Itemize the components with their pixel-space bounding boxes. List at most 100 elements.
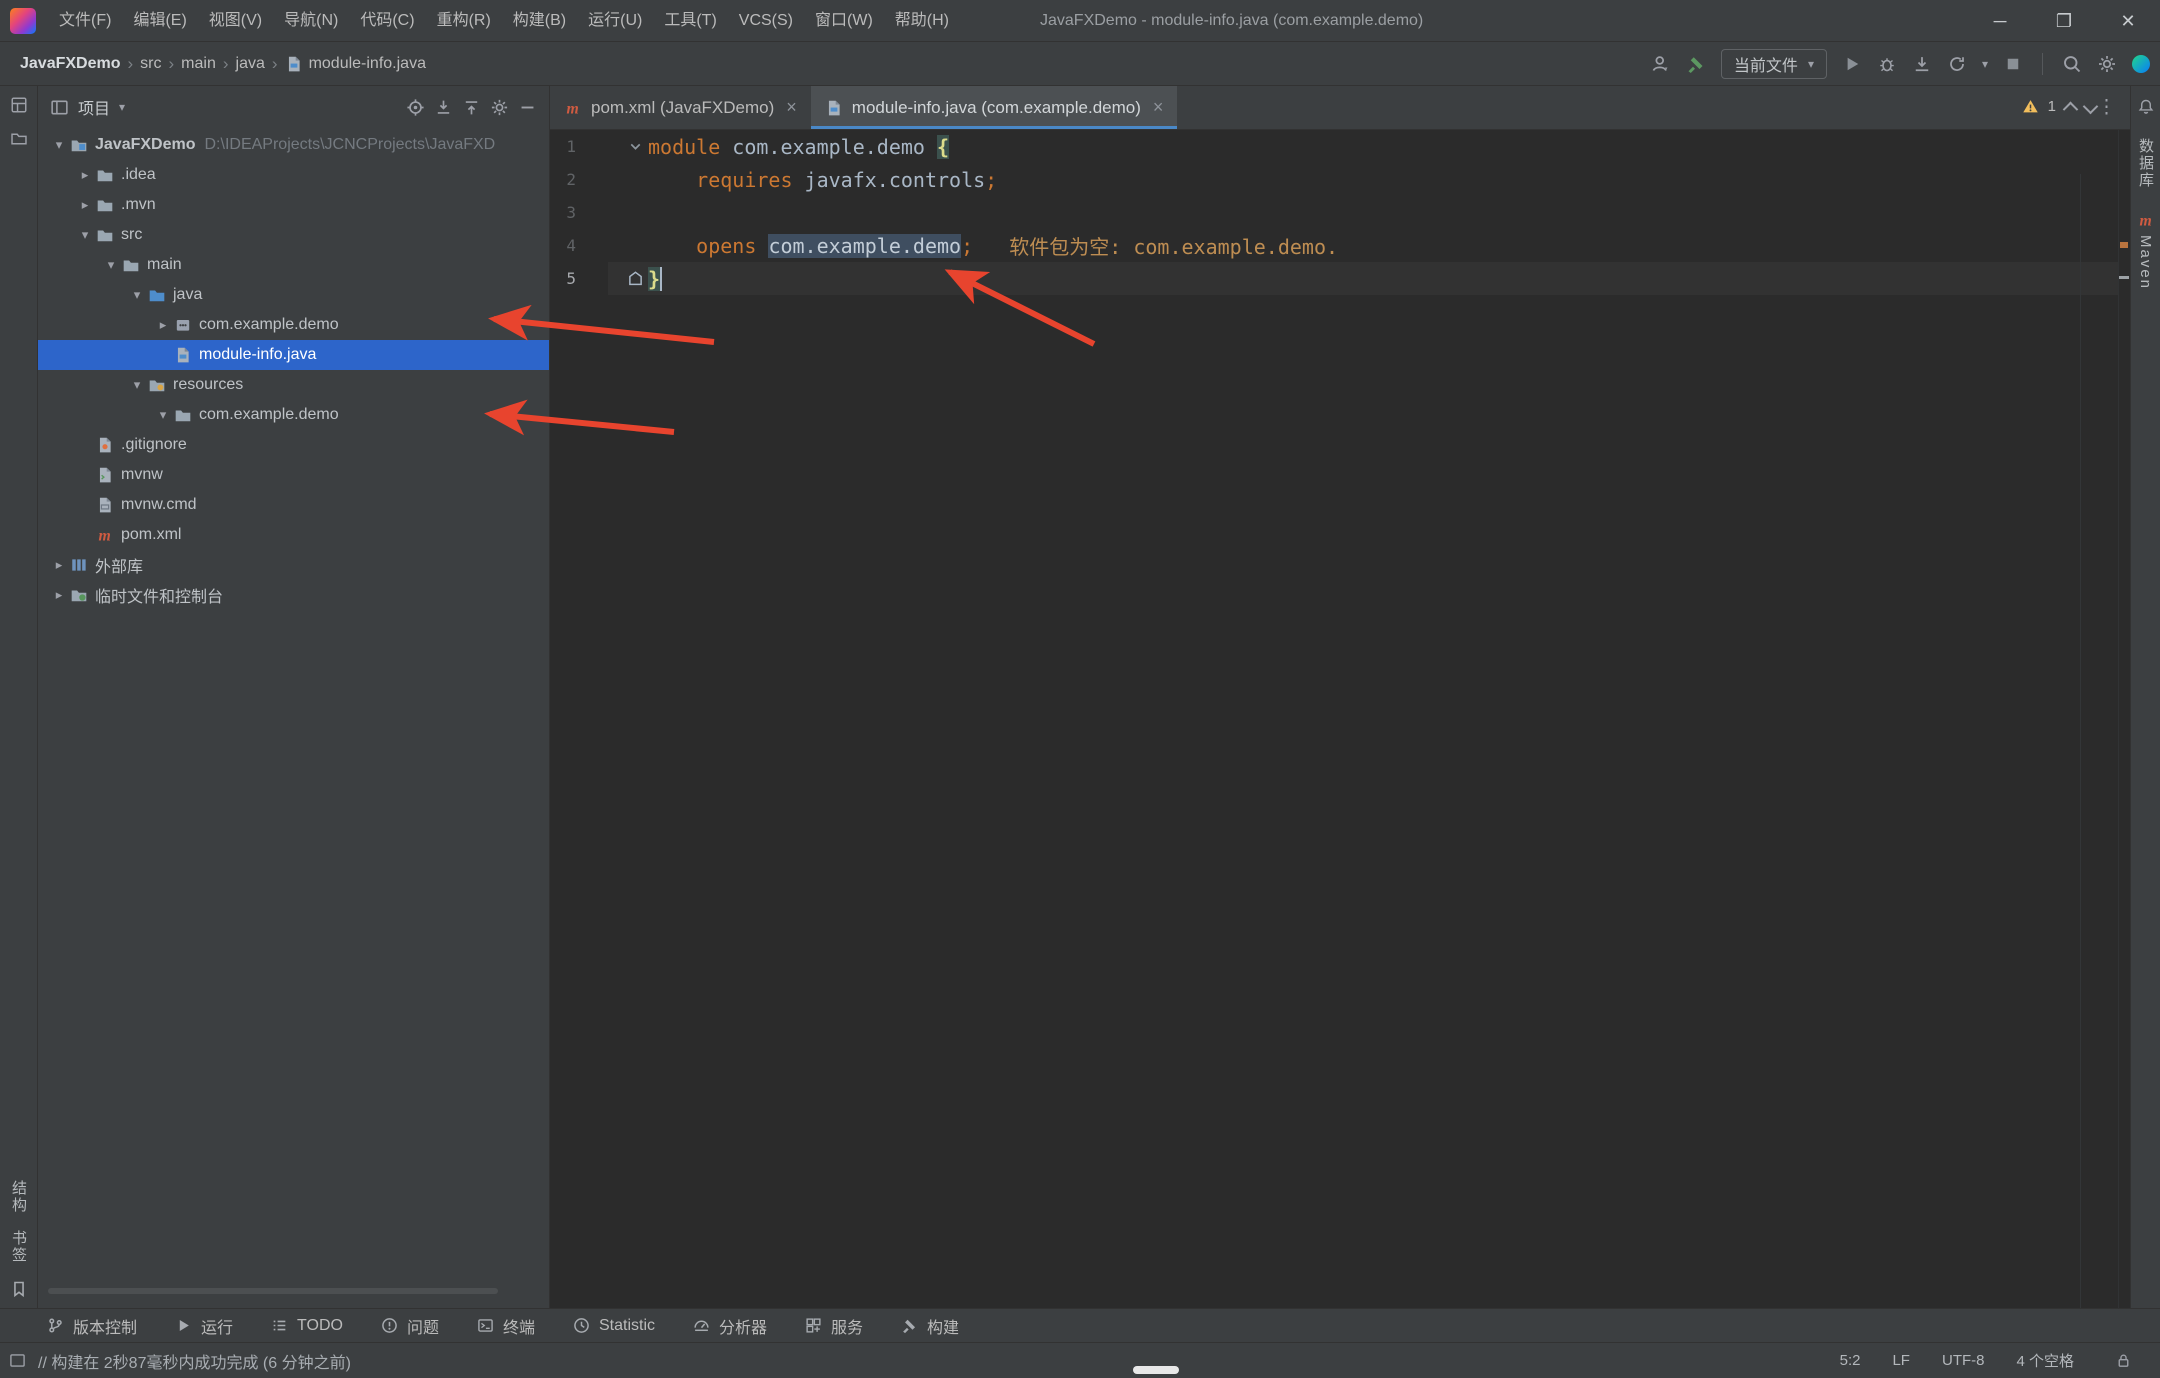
menu-item-5[interactable]: 重构(R) bbox=[426, 0, 502, 42]
maximize-icon[interactable]: ❐ bbox=[2032, 0, 2096, 42]
menu-item-9[interactable]: VCS(S) bbox=[728, 0, 804, 42]
menu-item-8[interactable]: 工具(T) bbox=[653, 0, 727, 42]
user-avatar-icon[interactable] bbox=[1651, 54, 1671, 74]
tree-item-1[interactable]: ▸.idea bbox=[38, 160, 549, 190]
menu-item-2[interactable]: 视图(V) bbox=[198, 0, 273, 42]
code-editor[interactable]: 1module com.example.demo {2 requires jav… bbox=[550, 130, 2118, 1308]
menu-item-1[interactable]: 编辑(E) bbox=[122, 0, 197, 42]
toolwindow-button-6[interactable]: 分析器 bbox=[674, 1309, 786, 1342]
horizontal-scrollbar[interactable] bbox=[48, 1288, 498, 1294]
tree-item-8[interactable]: ▾resources bbox=[38, 370, 549, 400]
chevron-down-icon[interactable]: ▾ bbox=[152, 407, 174, 423]
tree-item-13[interactable]: mpom.xml bbox=[38, 520, 549, 550]
code-line-5[interactable]: 5} bbox=[550, 262, 2118, 295]
chevron-right-icon[interactable]: ▸ bbox=[152, 317, 174, 333]
tree-item-10[interactable]: .gitignore bbox=[38, 430, 549, 460]
toolwindow-button-5[interactable]: Statistic bbox=[554, 1309, 674, 1342]
menu-item-7[interactable]: 运行(U) bbox=[577, 0, 653, 42]
error-stripe[interactable] bbox=[2118, 130, 2130, 1308]
tree-item-12[interactable]: mvnw.cmd bbox=[38, 490, 549, 520]
project-panel-title[interactable]: 项目 bbox=[78, 95, 110, 119]
bookmark-icon[interactable] bbox=[10, 1280, 28, 1298]
file-encoding[interactable]: UTF-8 bbox=[1942, 1352, 1985, 1369]
toolwindow-maven[interactable]: m Maven bbox=[2137, 211, 2155, 290]
tree-item-9[interactable]: ▾com.example.demo bbox=[38, 400, 549, 430]
build-hammer-icon[interactable] bbox=[1686, 54, 1706, 74]
menu-item-6[interactable]: 构建(B) bbox=[502, 0, 577, 42]
toolwindow-button-4[interactable]: 终端 bbox=[458, 1309, 554, 1342]
code-line-4[interactable]: 4 opens com.example.demo; 软件包为空: com.exa… bbox=[550, 229, 2118, 262]
toolwindow-button-0[interactable]: 版本控制 bbox=[28, 1309, 156, 1342]
chevron-right-icon[interactable]: ▸ bbox=[74, 167, 96, 183]
menu-item-3[interactable]: 导航(N) bbox=[273, 0, 349, 42]
toolwindow-button-3[interactable]: 问题 bbox=[362, 1309, 458, 1342]
inspections-widget[interactable]: 1 bbox=[2022, 98, 2096, 115]
close-icon[interactable]: × bbox=[1153, 97, 1164, 118]
breadcrumb-2[interactable]: main bbox=[181, 55, 216, 73]
tree-item-15[interactable]: ▸临时文件和控制台 bbox=[38, 580, 549, 610]
plugin-status-icon[interactable] bbox=[2132, 55, 2150, 73]
close-icon[interactable]: ✕ bbox=[2096, 0, 2160, 42]
code-line-1[interactable]: 1module com.example.demo { bbox=[550, 130, 2118, 163]
toolwindow-button-2[interactable]: TODO bbox=[252, 1309, 362, 1342]
tree-item-0[interactable]: ▾JavaFXDemoD:\IDEAProjects\JCNCProjects\… bbox=[38, 130, 549, 160]
breadcrumb-1[interactable]: src bbox=[140, 55, 161, 73]
collapse-all-icon[interactable] bbox=[462, 98, 481, 117]
status-message[interactable]: // 构建在 2秒87毫秒内成功完成 (6 分钟之前) bbox=[38, 1349, 351, 1373]
tree-item-2[interactable]: ▸.mvn bbox=[38, 190, 549, 220]
coverage-icon[interactable] bbox=[1912, 54, 1932, 74]
chevron-down-icon[interactable]: ▾ bbox=[74, 227, 96, 243]
toolwindow-database[interactable]: 数据库 bbox=[2135, 138, 2156, 189]
commit-toolwindow-icon[interactable] bbox=[10, 130, 28, 148]
close-icon[interactable]: × bbox=[786, 97, 797, 118]
search-everywhere-icon[interactable] bbox=[2062, 54, 2082, 74]
code-line-3[interactable]: 3 bbox=[550, 196, 2118, 229]
hide-panel-icon[interactable] bbox=[518, 98, 537, 117]
editor-tab-1[interactable]: module-info.java (com.example.demo)× bbox=[811, 86, 1178, 129]
line-ending[interactable]: LF bbox=[1892, 1352, 1910, 1369]
previous-problem-icon[interactable] bbox=[2063, 102, 2079, 118]
tree-item-4[interactable]: ▾main bbox=[38, 250, 549, 280]
caret-position[interactable]: 5:2 bbox=[1840, 1352, 1861, 1369]
tree-item-6[interactable]: ▸com.example.demo bbox=[38, 310, 549, 340]
toolwindow-button-8[interactable]: 构建 bbox=[882, 1309, 978, 1342]
project-toolwindow-icon[interactable] bbox=[10, 96, 28, 114]
toolwindow-bookmarks[interactable]: 书签 bbox=[8, 1230, 29, 1264]
locate-file-icon[interactable] bbox=[406, 98, 425, 117]
chevron-down-icon[interactable]: ▾ bbox=[126, 377, 148, 393]
chevron-down-icon[interactable]: ▾ bbox=[48, 137, 70, 153]
debug-icon[interactable] bbox=[1877, 54, 1897, 74]
breadcrumb-0[interactable]: JavaFXDemo bbox=[20, 55, 121, 73]
editor-tab-0[interactable]: mpom.xml (JavaFXDemo)× bbox=[550, 86, 811, 129]
chevron-right-icon[interactable]: ▸ bbox=[74, 197, 96, 213]
breadcrumb-3[interactable]: java bbox=[236, 55, 265, 73]
toolwindow-button-7[interactable]: 服务 bbox=[786, 1309, 882, 1342]
run-configuration-select[interactable]: 当前文件▾ bbox=[1721, 49, 1827, 79]
notifications-bell-icon[interactable] bbox=[2137, 98, 2155, 116]
more-runners-chevron-icon[interactable]: ▾ bbox=[1982, 57, 1988, 71]
chevron-down-icon[interactable]: ▾ bbox=[126, 287, 148, 303]
run-icon[interactable] bbox=[1842, 54, 1862, 74]
minimize-icon[interactable]: ─ bbox=[1968, 0, 2032, 42]
tree-item-11[interactable]: mvnw bbox=[38, 460, 549, 490]
panel-settings-gear-icon[interactable] bbox=[490, 98, 509, 117]
chevron-right-icon[interactable]: ▸ bbox=[48, 557, 70, 573]
indent-setting[interactable]: 4 个空格 bbox=[2016, 1350, 2074, 1371]
tree-item-14[interactable]: ▸外部库 bbox=[38, 550, 549, 580]
menu-item-10[interactable]: 窗口(W) bbox=[804, 0, 884, 42]
rerun-icon[interactable] bbox=[1947, 54, 1967, 74]
next-problem-icon[interactable] bbox=[2083, 99, 2099, 115]
code-line-2[interactable]: 2 requires javafx.controls; bbox=[550, 163, 2118, 196]
lock-icon[interactable] bbox=[2115, 1352, 2132, 1369]
menu-item-4[interactable]: 代码(C) bbox=[349, 0, 425, 42]
settings-gear-icon[interactable] bbox=[2097, 54, 2117, 74]
breadcrumb-4[interactable]: module-info.java bbox=[285, 55, 426, 73]
expand-all-icon[interactable] bbox=[434, 98, 453, 117]
warning-stripe-mark[interactable] bbox=[2120, 242, 2128, 248]
tree-item-7[interactable]: module-info.java bbox=[38, 340, 549, 370]
tree-item-5[interactable]: ▾java bbox=[38, 280, 549, 310]
layout-icon[interactable] bbox=[9, 1352, 26, 1369]
toolwindow-button-1[interactable]: 运行 bbox=[156, 1309, 252, 1342]
chevron-down-icon[interactable]: ▾ bbox=[119, 100, 125, 114]
menu-item-0[interactable]: 文件(F) bbox=[48, 0, 122, 42]
